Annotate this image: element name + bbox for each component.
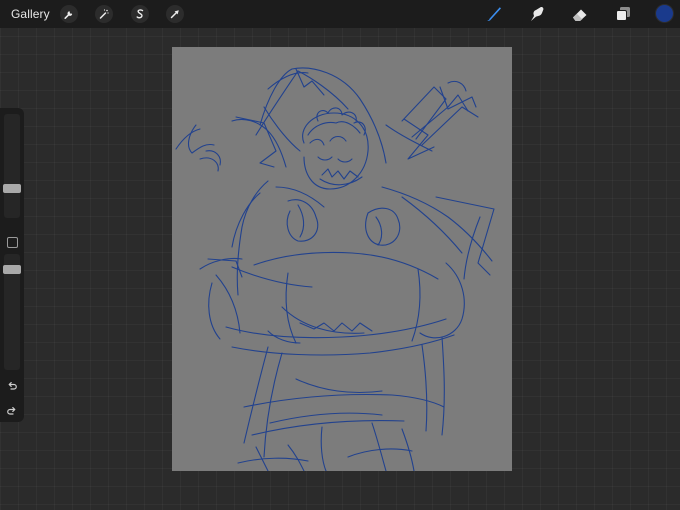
gallery-button[interactable]: Gallery — [11, 7, 50, 21]
brush-size-handle[interactable] — [3, 184, 21, 193]
transform-button[interactable] — [166, 5, 184, 23]
actions-button[interactable] — [60, 5, 78, 23]
adjustments-button[interactable] — [95, 5, 113, 23]
drawing-canvas[interactable] — [172, 47, 512, 471]
magic-wand-icon — [99, 9, 109, 19]
eraser-tool-button[interactable] — [570, 4, 590, 24]
smudge-tool-button[interactable] — [527, 4, 547, 24]
top-toolbar: Gallery — [0, 0, 680, 28]
color-picker-swatch[interactable] — [656, 5, 673, 22]
brush-icon — [487, 7, 501, 22]
brush-size-slider[interactable] — [3, 114, 21, 218]
selection-s-icon — [136, 9, 144, 19]
undo-button[interactable] — [4, 379, 20, 393]
sketch-drawing — [175, 67, 495, 471]
left-sidebar — [0, 108, 24, 422]
wrench-icon — [64, 11, 73, 19]
eraser-icon — [573, 9, 587, 21]
opacity-slider[interactable] — [3, 254, 21, 370]
selection-button[interactable] — [131, 5, 149, 23]
smudge-icon — [531, 7, 544, 22]
undo-icon — [8, 382, 17, 390]
redo-button[interactable] — [4, 404, 20, 418]
brush-tool-button[interactable] — [484, 4, 504, 24]
arrow-cursor-icon — [170, 10, 179, 19]
layers-icon — [616, 7, 630, 21]
layers-button[interactable] — [613, 4, 633, 24]
modify-button[interactable] — [7, 237, 18, 248]
opacity-handle[interactable] — [3, 265, 21, 274]
redo-icon — [7, 407, 16, 415]
procreate-workspace: Gallery — [0, 0, 680, 510]
